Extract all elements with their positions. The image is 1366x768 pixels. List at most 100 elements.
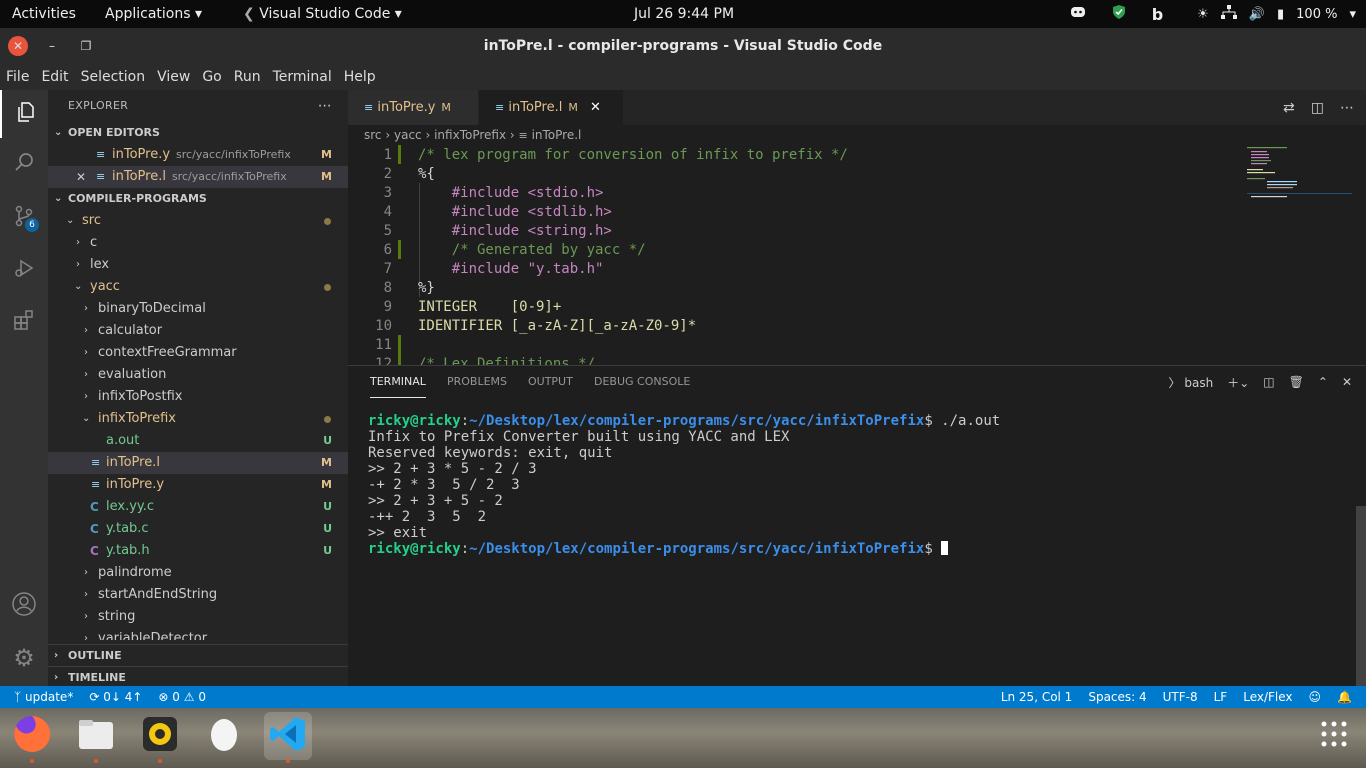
vscode-launcher[interactable] bbox=[264, 712, 312, 763]
battery-icon[interactable]: ▮ bbox=[1277, 7, 1284, 22]
source-control-activity[interactable]: 6 bbox=[0, 194, 48, 242]
breadcrumb-item[interactable]: inToPre.l bbox=[532, 128, 582, 142]
bing-icon[interactable]: b bbox=[1152, 5, 1163, 24]
menu-run[interactable]: Run bbox=[228, 69, 267, 85]
folder-c[interactable]: › c bbox=[48, 232, 348, 254]
chevron-down-icon[interactable]: ▾ bbox=[1349, 7, 1356, 22]
breadcrumb-item[interactable]: infixToPrefix bbox=[434, 128, 506, 142]
volume-icon[interactable]: 🔊 bbox=[1249, 7, 1265, 22]
cursor-position[interactable]: Ln 25, Col 1 bbox=[1001, 686, 1073, 708]
encoding-status[interactable]: UTF-8 bbox=[1163, 686, 1198, 708]
outline-header[interactable]: › OUTLINE bbox=[48, 644, 348, 667]
file-inToPre-l[interactable]: ≡ inToPre.l M bbox=[48, 452, 348, 474]
egg-app-launcher[interactable] bbox=[200, 712, 248, 760]
folder-lex[interactable]: › lex bbox=[48, 254, 348, 276]
sync-status[interactable]: ⟳ 0↓ 4↑ bbox=[89, 686, 142, 708]
folder-label: evaluation bbox=[98, 367, 167, 382]
tab-inToPre-y[interactable]: ≡ inToPre.y M bbox=[348, 90, 478, 125]
files-launcher[interactable] bbox=[72, 712, 120, 763]
minimap[interactable] bbox=[1247, 145, 1352, 205]
open-changes-icon[interactable]: ⇄ bbox=[1283, 100, 1295, 116]
branch-status[interactable]: ᛉ update* bbox=[14, 686, 73, 708]
more-actions-icon[interactable]: ⋯ bbox=[1340, 100, 1354, 116]
folder-infixToPostfix[interactable]: › infixToPostfix bbox=[48, 386, 348, 408]
run-debug-icon bbox=[12, 256, 36, 284]
new-terminal-button[interactable]: ＋⌄ bbox=[1227, 374, 1249, 391]
folder-startAndEndString[interactable]: › startAndEndString bbox=[48, 584, 348, 606]
tab-output[interactable]: OUTPUT bbox=[528, 366, 573, 398]
activities-button[interactable]: Activities bbox=[12, 0, 76, 28]
file-a-out[interactable]: a.out U bbox=[48, 430, 348, 452]
clock[interactable]: Jul 26 9:44 PM bbox=[634, 0, 734, 28]
discord-icon[interactable] bbox=[1070, 6, 1086, 22]
tab-terminal[interactable]: TERMINAL bbox=[370, 366, 426, 398]
folder-infixToPrefix[interactable]: ⌄ infixToPrefix bbox=[48, 408, 348, 430]
menu-go[interactable]: Go bbox=[196, 69, 227, 85]
search-activity[interactable] bbox=[0, 140, 48, 188]
tab-problems[interactable]: PROBLEMS bbox=[447, 366, 507, 398]
folder-evaluation[interactable]: › evaluation bbox=[48, 364, 348, 386]
menu-view[interactable]: View bbox=[151, 69, 196, 85]
folder-yacc[interactable]: ⌄ yacc bbox=[48, 276, 348, 298]
language-status[interactable]: Lex/Flex bbox=[1243, 686, 1292, 708]
menu-selection[interactable]: Selection bbox=[75, 69, 152, 85]
tab-debug-console[interactable]: DEBUG CONSOLE bbox=[594, 366, 690, 398]
folder-variableDetector[interactable]: › variableDetector bbox=[48, 628, 348, 640]
shield-icon[interactable] bbox=[1112, 4, 1126, 24]
open-editor-item[interactable]: ≡ inToPre.y src/yacc/infixToPrefix M bbox=[48, 144, 348, 166]
run-debug-activity[interactable] bbox=[0, 246, 48, 294]
folder-palindrome[interactable]: › palindrome bbox=[48, 562, 348, 584]
menu-file[interactable]: File bbox=[0, 69, 35, 85]
project-header[interactable]: ⌄ COMPILER-PROGRAMS bbox=[48, 188, 348, 210]
explorer-activity[interactable] bbox=[0, 90, 50, 138]
network-icon[interactable] bbox=[1220, 5, 1237, 23]
accounts-activity[interactable] bbox=[0, 582, 48, 630]
folder-binaryToDecimal[interactable]: › binaryToDecimal bbox=[48, 298, 348, 320]
maximize-panel-icon[interactable]: ⌃ bbox=[1318, 375, 1328, 389]
open-editor-item[interactable]: ✕ ≡ inToPre.l src/yacc/infixToPrefix M bbox=[48, 166, 348, 188]
battery-level[interactable]: 100 % bbox=[1296, 7, 1337, 22]
problems-status[interactable]: ⊗ 0 ⚠ 0 bbox=[158, 686, 206, 708]
manage-activity[interactable]: ⚙ bbox=[0, 634, 48, 682]
tab-inToPre-l[interactable]: ≡ inToPre.l M ✕ bbox=[479, 90, 623, 125]
menu-help[interactable]: Help bbox=[338, 69, 382, 85]
chevron-right-icon: › bbox=[84, 325, 88, 336]
extensions-activity[interactable] bbox=[0, 298, 48, 346]
menu-terminal[interactable]: Terminal bbox=[267, 69, 338, 85]
menu-edit[interactable]: Edit bbox=[35, 69, 74, 85]
file-y-tab-c[interactable]: C y.tab.c U bbox=[48, 518, 348, 540]
split-editor-icon[interactable]: ◫ bbox=[1311, 100, 1324, 116]
folder-src[interactable]: ⌄ src bbox=[48, 210, 348, 232]
terminal-selector[interactable]: 〉 bash bbox=[1169, 374, 1214, 391]
system-tray[interactable]: b ☀ 🔊 ▮ 100 % ▾ bbox=[1070, 0, 1356, 28]
close-icon[interactable]: ✕ bbox=[76, 166, 86, 188]
file-y-tab-h[interactable]: C y.tab.h U bbox=[48, 540, 348, 562]
terminal-output[interactable]: ricky@ricky:~/Desktop/lex/compiler-progr… bbox=[368, 413, 1000, 557]
close-panel-icon[interactable]: ✕ bbox=[1342, 375, 1352, 389]
breadcrumb-item[interactable]: yacc bbox=[394, 128, 422, 142]
indentation-status[interactable]: Spaces: 4 bbox=[1088, 686, 1146, 708]
timeline-header[interactable]: › TIMELINE bbox=[48, 666, 348, 686]
eol-status[interactable]: LF bbox=[1214, 686, 1228, 708]
file-inToPre-y[interactable]: ≡ inToPre.y M bbox=[48, 474, 348, 496]
bell-icon[interactable]: 🔔 bbox=[1337, 686, 1352, 708]
trash-icon[interactable]: 🗑 bbox=[1289, 375, 1304, 389]
show-applications-button[interactable] bbox=[1310, 712, 1358, 760]
applications-menu[interactable]: Applications ▾ bbox=[105, 0, 202, 28]
brightness-icon[interactable]: ☀ bbox=[1197, 7, 1209, 22]
feedback-icon[interactable]: ☺ bbox=[1309, 686, 1322, 708]
code-editor[interactable]: 1 /* lex program for conversion of infix… bbox=[348, 145, 1366, 365]
close-icon[interactable]: ✕ bbox=[590, 100, 601, 115]
terminal-scrollbar[interactable] bbox=[1356, 506, 1366, 686]
breadcrumb-item[interactable]: src bbox=[364, 128, 382, 142]
firefox-launcher[interactable] bbox=[8, 712, 56, 763]
split-terminal-icon[interactable]: ◫ bbox=[1263, 375, 1274, 389]
folder-calculator[interactable]: › calculator bbox=[48, 320, 348, 342]
rhythmbox-launcher[interactable] bbox=[136, 712, 184, 763]
app-menu[interactable]: ❮ Visual Studio Code ▾ bbox=[243, 0, 402, 28]
folder-contextFreeGrammar[interactable]: › contextFreeGrammar bbox=[48, 342, 348, 364]
more-actions-icon[interactable]: ⋯ bbox=[318, 90, 332, 122]
open-editors-header[interactable]: ⌄ OPEN EDITORS bbox=[48, 122, 348, 144]
file-lex-yy-c[interactable]: C lex.yy.c U bbox=[48, 496, 348, 518]
folder-string[interactable]: › string bbox=[48, 606, 348, 628]
